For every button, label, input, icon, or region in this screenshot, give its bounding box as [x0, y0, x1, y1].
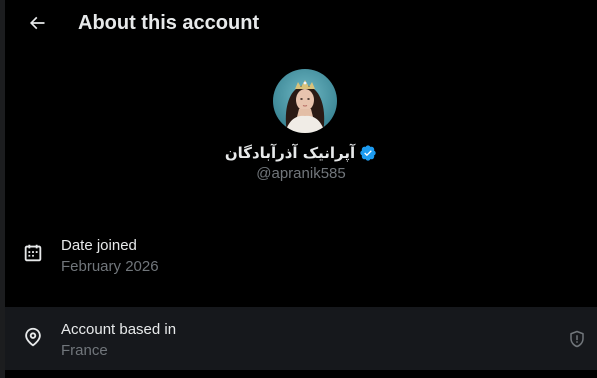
shield-info-icon[interactable]: [568, 330, 586, 348]
back-button[interactable]: [22, 8, 52, 38]
date-joined-value: February 2026: [61, 258, 159, 275]
date-joined-row: Date joined February 2026: [5, 223, 597, 286]
calendar-icon: [24, 244, 42, 262]
profile-handle: @apranik585: [256, 165, 346, 182]
page-title: About this account: [78, 12, 260, 34]
verified-badge-icon: [360, 145, 376, 161]
date-joined-label: Date joined: [61, 237, 137, 254]
profile-name-row: آپرانیک آذرآبادگان: [5, 143, 597, 163]
about-account-panel: About this account آپرانیک آذرآبادگان @a…: [5, 0, 597, 378]
arrow-left-icon: [29, 16, 45, 30]
avatar-image: [273, 69, 337, 133]
account-based-in-value: France: [61, 342, 108, 359]
account-based-in-label: Account based in: [61, 321, 177, 338]
profile-avatar[interactable]: [273, 69, 337, 133]
page: About this account آپرانیک آذرآبادگان @a…: [0, 0, 597, 378]
location-pin-icon: [25, 327, 41, 347]
display-name: آپرانیک آذرآبادگان: [224, 144, 356, 162]
account-based-in-row[interactable]: Account based in France: [5, 307, 597, 370]
